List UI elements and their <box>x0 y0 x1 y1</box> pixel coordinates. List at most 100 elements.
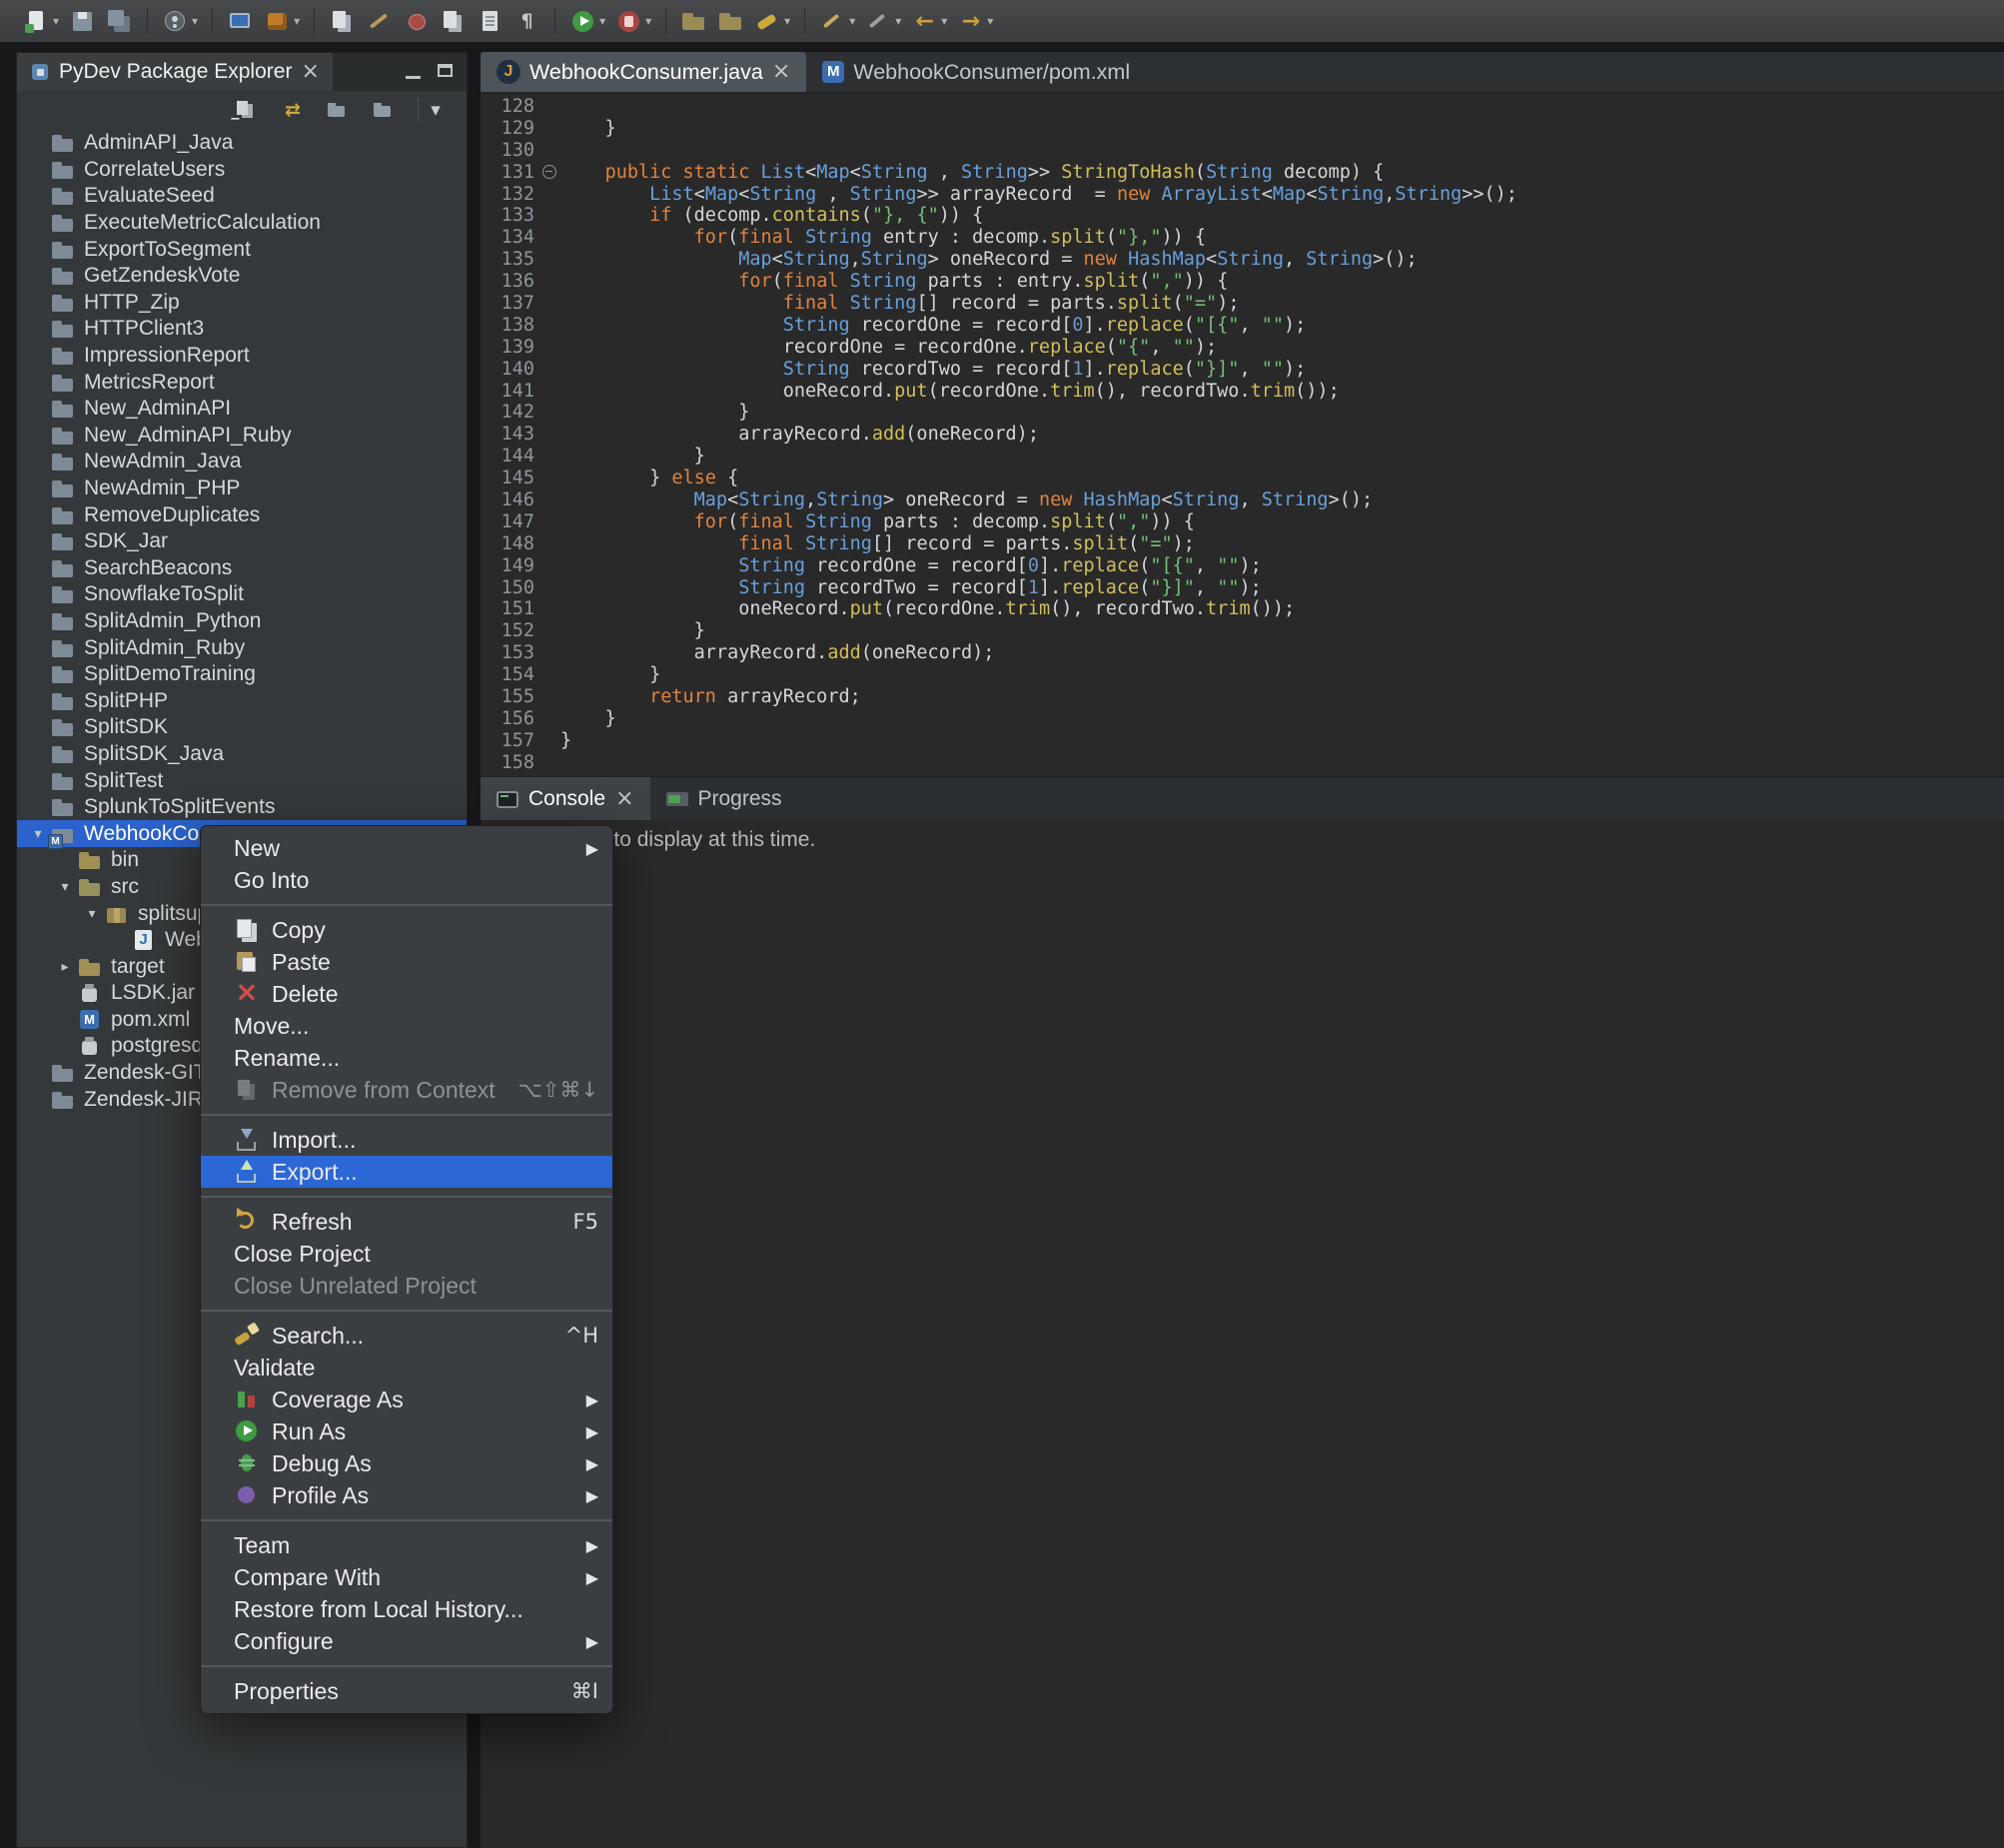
menu-item-delete[interactable]: Delete <box>201 978 612 1010</box>
toolbar-console-display-button[interactable] <box>224 3 257 39</box>
menu-item-new[interactable]: New▶ <box>201 832 612 864</box>
tree-item-newadmin-java[interactable]: NewAdmin_Java <box>17 449 467 475</box>
tree-item-splittest[interactable]: SplitTest <box>17 767 467 794</box>
menu-item-validate[interactable]: Validate <box>201 1352 612 1384</box>
menu-item-coverage-as[interactable]: Coverage As▶ <box>201 1384 612 1415</box>
menu-item-go-into[interactable]: Go Into <box>201 864 612 896</box>
close-tab-icon[interactable]: × <box>772 61 790 83</box>
tree-item-adminapi-java[interactable]: AdminAPI_Java <box>17 130 467 157</box>
editor-tab-webhookconsumer-pom-xml[interactable]: WebhookConsumer/pom.xml <box>806 52 1146 92</box>
menu-item-debug-as[interactable]: Debug As▶ <box>201 1447 612 1479</box>
package-presentation-icon[interactable] <box>324 97 354 123</box>
editor-tab-webhookconsumer-java[interactable]: WebhookConsumer.java× <box>481 52 806 92</box>
tree-item-evaluateseed[interactable]: EvaluateSeed <box>17 183 467 210</box>
filters-icon[interactable] <box>370 97 400 123</box>
project-icon <box>51 264 75 288</box>
line-number: 158 <box>481 752 538 774</box>
toolbar-package-button[interactable]: ▾ <box>261 3 303 39</box>
project-icon <box>51 184 75 208</box>
tree-item-snowflaketosplit[interactable]: SnowflakeToSplit <box>17 581 467 608</box>
console-tab-progress[interactable]: Progress <box>650 777 798 821</box>
tree-item-getzendeskvote[interactable]: GetZendeskVote <box>17 263 467 290</box>
menu-item-move[interactable]: Move... <box>201 1010 612 1042</box>
tree-item-impressionreport[interactable]: ImpressionReport <box>17 343 467 370</box>
menu-item-import[interactable]: Import... <box>201 1124 612 1156</box>
menu-item-run-as[interactable]: Run As▶ <box>201 1415 612 1447</box>
menu-item-restore-from-local-history[interactable]: Restore from Local History... <box>201 1593 612 1625</box>
menu-item-copy[interactable]: Copy <box>201 914 612 946</box>
tree-item-splitsdk-java[interactable]: SplitSDK_Java <box>17 741 467 768</box>
toolbar-run-button[interactable]: ▾ <box>566 3 608 39</box>
tree-item-splitadmin-ruby[interactable]: SplitAdmin_Ruby <box>17 634 467 661</box>
toolbar-wand-button[interactable] <box>363 3 396 39</box>
menu-item-profile-as[interactable]: Profile As▶ <box>201 1479 612 1511</box>
toolbar-bug-button[interactable] <box>400 3 433 39</box>
code-editor[interactable]: 128129 }130131 public static List<Map<St… <box>481 93 2004 779</box>
toolbar-show-whitespace-button[interactable]: ¶ <box>510 3 543 39</box>
tree-item-splitphp[interactable]: SplitPHP <box>17 687 467 714</box>
tree-item-label: SplitAdmin_Python <box>84 609 261 633</box>
toolbar-forward-button[interactable]: →▾ <box>954 3 996 39</box>
close-console-icon[interactable]: × <box>615 788 633 810</box>
fold-column <box>538 162 560 184</box>
collapse-arrow-icon[interactable]: ▾ <box>79 906 105 922</box>
toolbar-back-button[interactable]: ←▾ <box>908 3 950 39</box>
tree-item-correlateusers[interactable]: CorrelateUsers <box>17 157 467 184</box>
tree-item-http-zip[interactable]: HTTP_Zip <box>17 290 467 317</box>
toolbar-account-button[interactable]: ▾ <box>159 3 201 39</box>
tree-item-newadmin-php[interactable]: NewAdmin_PHP <box>17 475 467 502</box>
minimize-view-button[interactable] <box>401 61 427 83</box>
tree-item-new-adminapi[interactable]: New_AdminAPI <box>17 396 467 423</box>
tree-item-searchbeacons[interactable]: SearchBeacons <box>17 555 467 582</box>
toolbar-preview-button[interactable] <box>474 3 506 39</box>
tree-item-exporttosegment[interactable]: ExportToSegment <box>17 236 467 263</box>
toolbar-synchronize-button[interactable] <box>437 3 470 39</box>
tree-item-label: EvaluateSeed <box>84 184 215 208</box>
menu-item-refresh[interactable]: RefreshF5 <box>201 1206 612 1238</box>
tree-item-splunktosplitevents[interactable]: SplunkToSplitEvents <box>17 794 467 821</box>
toolbar-profile-button[interactable]: ▾ <box>612 3 654 39</box>
close-view-icon[interactable]: × <box>301 61 319 83</box>
menu-item-export[interactable]: Export... <box>201 1156 612 1188</box>
tree-item-metricsreport[interactable]: MetricsReport <box>17 369 467 396</box>
tree-item-removeduplicates[interactable]: RemoveDuplicates <box>17 501 467 528</box>
project-icon <box>51 424 75 448</box>
tree-item-executemetriccalculation[interactable]: ExecuteMetricCalculation <box>17 210 467 237</box>
toolbar-save-button[interactable] <box>66 3 99 39</box>
view-title: PyDev Package Explorer <box>59 60 292 84</box>
menu-item-search[interactable]: Search...^H <box>201 1320 612 1352</box>
tree-item-splitdemotraining[interactable]: SplitDemoTraining <box>17 661 467 688</box>
menu-item-team[interactable]: Team▶ <box>201 1529 612 1561</box>
menu-item-compare-with[interactable]: Compare With▶ <box>201 1561 612 1593</box>
toolbar-separator <box>554 8 555 34</box>
toolbar-highlight-button[interactable]: ▾ <box>751 3 793 39</box>
menu-item-properties[interactable]: Properties⌘I <box>201 1675 612 1707</box>
tree-item-splitadmin-python[interactable]: SplitAdmin_Python <box>17 608 467 635</box>
toolbar-open-project-button[interactable] <box>714 3 747 39</box>
collapse-arrow-icon[interactable]: ▾ <box>52 879 78 895</box>
tree-item-sdk-jar[interactable]: SDK_Jar <box>17 528 467 555</box>
tree-item-httpclient3[interactable]: HTTPClient3 <box>17 316 467 343</box>
menu-item-paste[interactable]: Paste <box>201 946 612 978</box>
menu-item-configure[interactable]: Configure▶ <box>201 1625 612 1657</box>
dropdown-caret-icon: ▾ <box>192 14 198 28</box>
menu-item-rename[interactable]: Rename... <box>201 1042 612 1074</box>
console-tab-console[interactable]: Console× <box>481 777 650 821</box>
toolbar-open-resource-button[interactable] <box>677 3 710 39</box>
expand-arrow-icon[interactable]: ▸ <box>52 959 78 975</box>
code-text: for(final String entry : decomp.split("}… <box>560 227 1206 248</box>
tree-item-splitsdk[interactable]: SplitSDK <box>17 714 467 741</box>
menu-item-close-project[interactable]: Close Project <box>201 1238 612 1270</box>
view-tab-pydev-package-explorer[interactable]: PyDev Package Explorer × <box>17 53 334 91</box>
toolbar-save-all-button[interactable] <box>103 3 136 39</box>
toolbar-next-annotation-button[interactable]: ▾ <box>862 3 904 39</box>
toolbar-new-wizard-button[interactable] <box>326 3 359 39</box>
toolbar-new-button[interactable]: ▾ <box>20 3 62 39</box>
toolbar-last-edit-location-button[interactable]: ▾ <box>816 3 858 39</box>
tree-item-new-adminapi-ruby[interactable]: New_AdminAPI_Ruby <box>17 423 467 450</box>
view-menu-icon[interactable]: ▾ <box>418 97 453 123</box>
fold-marker-icon[interactable] <box>542 165 556 179</box>
maximize-view-button[interactable] <box>433 61 459 83</box>
link-with-editor-icon[interactable]: ⇄ <box>278 97 308 123</box>
collapse-all-icon[interactable] <box>232 97 262 123</box>
